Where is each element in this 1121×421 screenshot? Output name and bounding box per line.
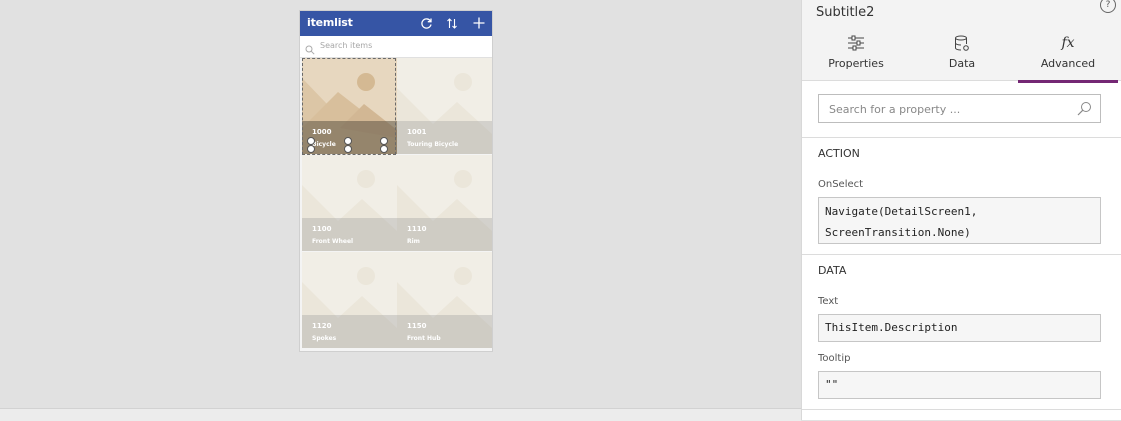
item-name[interactable]: Bicycle: [312, 141, 336, 148]
search-placeholder: Search items: [320, 41, 373, 50]
tab-properties[interactable]: Properties: [806, 30, 906, 80]
refresh-icon[interactable]: [417, 14, 435, 32]
app-header: itemlist: [300, 11, 492, 36]
properties-panel: Subtitle2 ? Properties Data fx Advanced …: [801, 0, 1121, 420]
item-caption: [397, 315, 492, 348]
design-canvas[interactable]: itemlist Search items 1000 Bicycle 1001 …: [0, 0, 801, 421]
item-caption: [397, 218, 492, 251]
section-divider: [802, 137, 1121, 138]
item-name: Spokes: [312, 335, 337, 342]
item-name: Touring Bicycle: [407, 141, 459, 148]
formula-line: Navigate(DetailScreen1,: [825, 205, 978, 218]
resize-handle[interactable]: [307, 145, 315, 153]
item-gallery[interactable]: 1000 Bicycle 1001 Touring Bicycle 1100 F…: [300, 58, 492, 350]
gallery-item[interactable]: 1150 Front Hub: [397, 252, 492, 348]
resize-handle[interactable]: [307, 137, 315, 145]
item-name: Front Wheel: [312, 238, 354, 245]
formula-line: ScreenTransition.None): [825, 226, 971, 239]
sliders-icon: [806, 35, 906, 53]
tooltip-formula-value: "": [825, 378, 839, 391]
item-id: 1000: [312, 128, 332, 136]
tab-data[interactable]: Data: [912, 30, 1012, 80]
property-search-input[interactable]: Search for a property ...: [818, 94, 1101, 123]
fx-icon: fx: [1061, 35, 1075, 51]
search-icon: [1077, 101, 1092, 120]
app-title: itemlist: [307, 16, 353, 29]
item-id: 1110: [407, 225, 427, 233]
help-icon[interactable]: ?: [1100, 0, 1116, 13]
tab-label: Advanced: [1040, 57, 1096, 70]
gallery-item[interactable]: 1100 Front Wheel: [302, 155, 397, 251]
text-formula-field[interactable]: ThisItem.Description: [818, 314, 1101, 342]
item-id: 1120: [312, 322, 332, 330]
onselect-formula-field[interactable]: Navigate(DetailScreen1, ScreenTransition…: [818, 197, 1101, 244]
search-icon: [305, 40, 315, 59]
item-caption: [302, 218, 397, 251]
item-name: Rim: [407, 238, 420, 245]
section-title-data[interactable]: DATA: [818, 264, 846, 277]
item-id: 1001: [407, 128, 427, 136]
onselect-label: OnSelect: [818, 179, 864, 190]
item-id: 1100: [312, 225, 332, 233]
text-label: Text: [818, 296, 839, 307]
section-title-action[interactable]: ACTION: [818, 147, 860, 160]
item-caption: [302, 315, 397, 348]
resize-handle[interactable]: [344, 137, 352, 145]
resize-handle[interactable]: [380, 137, 388, 145]
add-icon[interactable]: [470, 14, 488, 32]
gallery-item[interactable]: 1120 Spokes: [302, 252, 397, 348]
tab-advanced[interactable]: fx Advanced: [1018, 30, 1118, 83]
screen-preview[interactable]: itemlist Search items 1000 Bicycle 1001 …: [300, 11, 492, 351]
item-name: Front Hub: [407, 335, 441, 342]
property-search-placeholder: Search for a property ...: [829, 103, 961, 116]
text-formula-value: ThisItem.Description: [825, 321, 958, 334]
section-divider: [802, 254, 1121, 255]
item-id: 1150: [407, 322, 427, 330]
tab-label: Data: [948, 57, 976, 70]
gallery-item[interactable]: 1001 Touring Bicycle: [397, 58, 492, 154]
tooltip-formula-field[interactable]: "": [818, 371, 1101, 399]
selected-control-name: Subtitle2: [816, 5, 875, 20]
canvas-status-bar: [0, 408, 801, 421]
tooltip-label: Tooltip: [818, 353, 851, 364]
resize-handle[interactable]: [344, 145, 352, 153]
database-icon: [912, 35, 1012, 53]
panel-header: Subtitle2 ? Properties Data fx Advanced: [802, 0, 1121, 83]
section-divider: [802, 409, 1121, 410]
item-caption: [397, 121, 492, 154]
sort-icon[interactable]: [443, 14, 461, 32]
resize-handle[interactable]: [380, 145, 388, 153]
gallery-item[interactable]: 1110 Rim: [397, 155, 492, 251]
search-input[interactable]: Search items: [300, 36, 492, 58]
tab-label: Properties: [828, 57, 884, 70]
